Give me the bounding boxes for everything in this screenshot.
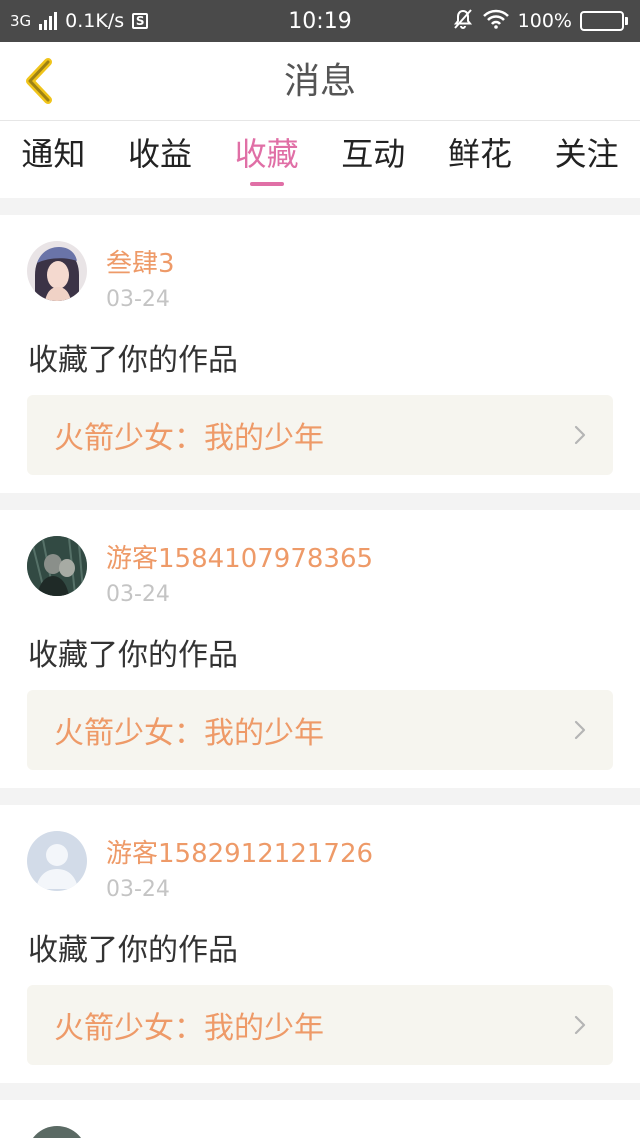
avatar[interactable] [27, 1126, 87, 1138]
network-speed: 0.1K/s [65, 10, 125, 32]
username[interactable]: 游客1582912121726 [106, 833, 373, 870]
work-title: 火箭少女：我的少年 [54, 1011, 324, 1046]
s-badge-icon: S [132, 13, 149, 29]
work-title: 火箭少女：我的少年 [54, 421, 324, 456]
work-link[interactable]: 火箭少女：我的少年 [27, 985, 613, 1065]
tab-follows[interactable]: 关注 [537, 121, 637, 198]
action-text: 收藏了你的作品 [28, 933, 238, 968]
header-bar: 消息 [0, 42, 640, 121]
signal-icon [39, 12, 58, 30]
page-title: 消息 [283, 61, 356, 102]
status-right: 100% [452, 8, 628, 35]
network-type: 3G [10, 12, 32, 30]
action-text: 收藏了你的作品 [28, 638, 238, 673]
battery-icon [580, 11, 628, 31]
tab-favorites[interactable]: 收藏 [217, 121, 317, 198]
tab-earnings[interactable]: 收益 [110, 121, 210, 198]
avatar[interactable] [27, 241, 87, 301]
message-card: 游客1582912121726 03-24 收藏了你的作品 火箭少女：我的少年 [0, 805, 640, 1083]
tab-bar: 通知 收益 收藏 互动 鲜花 关注 [0, 121, 640, 198]
message-card: 叁肆3 03-24 收藏了你的作品 火箭少女：我的少年 [0, 215, 640, 493]
message-date: 03-24 [106, 582, 170, 607]
wifi-icon [482, 9, 510, 34]
chevron-right-icon [574, 720, 586, 740]
work-link[interactable]: 火箭少女：我的少年 [27, 690, 613, 770]
message-card [0, 1100, 640, 1138]
work-title: 火箭少女：我的少年 [54, 716, 324, 751]
tab-interactions[interactable]: 互动 [323, 121, 423, 198]
message-list: 叁肆3 03-24 收藏了你的作品 火箭少女：我的少年 游客1584107978… [0, 215, 640, 1138]
message-date: 03-24 [106, 877, 170, 902]
tab-notifications[interactable]: 通知 [3, 121, 103, 198]
mute-bell-icon [452, 8, 474, 35]
chevron-right-icon [574, 1015, 586, 1035]
message-date: 03-24 [106, 287, 170, 312]
status-left: 3G 0.1K/s S [10, 10, 149, 32]
battery-percent: 100% [517, 10, 572, 32]
username[interactable]: 游客1584107978365 [106, 538, 373, 575]
work-link[interactable]: 火箭少女：我的少年 [27, 395, 613, 475]
tab-flowers[interactable]: 鲜花 [430, 121, 530, 198]
chevron-right-icon [574, 425, 586, 445]
action-text: 收藏了你的作品 [28, 343, 238, 378]
avatar[interactable] [27, 536, 87, 596]
status-bar: 3G 0.1K/s S 10:19 100% [0, 0, 640, 42]
message-card: 游客1584107978365 03-24 收藏了你的作品 火箭少女：我的少年 [0, 510, 640, 788]
username[interactable]: 叁肆3 [106, 243, 175, 280]
avatar[interactable] [27, 831, 87, 891]
